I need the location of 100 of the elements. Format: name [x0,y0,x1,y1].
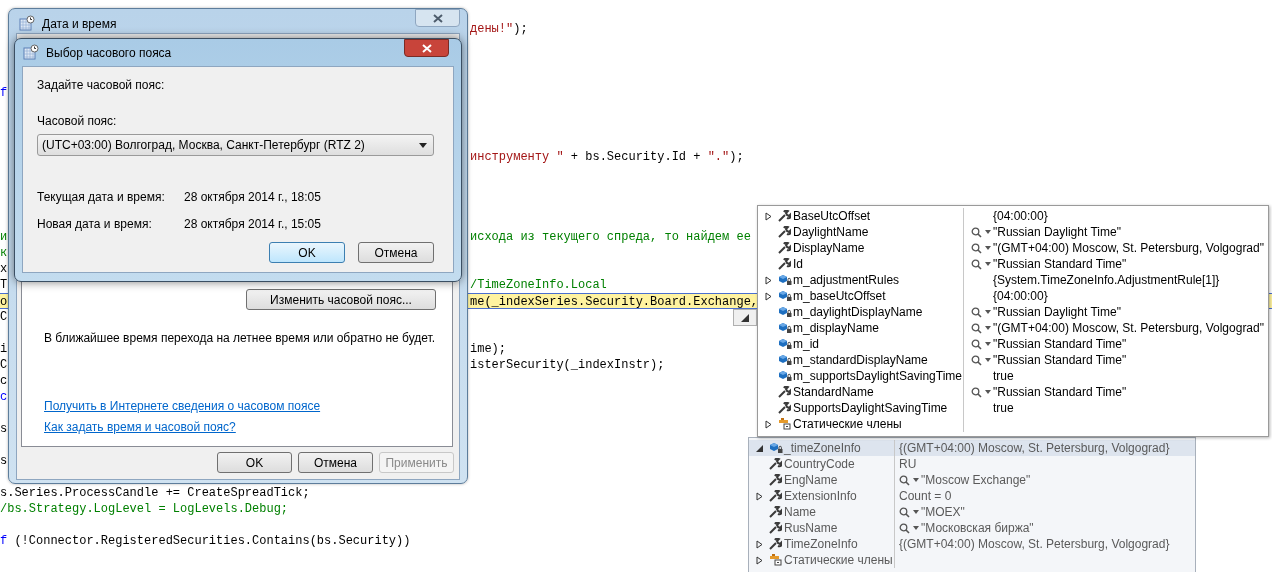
caret-icon[interactable] [985,342,991,346]
member-value: {04:00:00} [993,208,1048,225]
dialog-button[interactable]: Отмена [298,452,373,473]
wrench-icon [778,242,791,254]
code-text: s.Series.ProcessCandle += CreateSpreadTick; [0,486,310,500]
member-value: RU [899,456,917,473]
expand-arrow-icon[interactable] [755,555,763,565]
field-lock-icon [778,322,792,334]
member-value: "Московская биржа" [921,520,1034,537]
member-name: Name [784,504,816,521]
code-text: C [0,358,8,372]
caret-icon[interactable] [985,246,991,250]
field-lock-icon [778,290,792,302]
search-icon[interactable] [971,386,982,398]
code-text: /TimeZoneInfo.Local [470,278,607,292]
member-value: {(GMT+04:00) Moscow, St. Petersburg, Volgograd} [899,536,1170,553]
member-name: Статические члены [784,552,893,569]
member-name: _timeZoneInfo [784,440,861,457]
search-icon[interactable] [971,354,982,366]
wrench-icon [769,538,782,550]
caret-icon[interactable] [985,390,991,394]
dialog-button[interactable]: Отмена [358,242,434,263]
member-name: ExtensionInfo [784,488,857,505]
datatip-row[interactable]: m_baseUtcOffset {04:00:00} [758,288,1268,304]
search-icon[interactable] [971,226,982,238]
datatip-row[interactable]: m_id "Russian Standard Time" [758,336,1268,352]
caret-icon[interactable] [913,510,919,514]
member-value: {04:00:00} [993,288,1048,305]
expand-arrow-icon[interactable] [755,539,763,549]
datatip-row[interactable]: Id "Russian Standard Time" [758,256,1268,272]
member-name: BaseUtcOffset [793,208,871,225]
close-button[interactable] [415,9,460,27]
caret-icon [419,142,427,148]
prompt-text: Задайте часовой пояс: [37,77,166,94]
member-value: "Russian Daylight Time" [993,304,1121,321]
search-icon[interactable] [971,306,982,318]
member-value: "Russian Standard Time" [993,352,1127,369]
caret-icon[interactable] [985,262,991,266]
caret-icon[interactable] [985,230,991,234]
datatip-row[interactable]: m_supportsDaylightSavingTime true [758,368,1268,384]
datatip-row[interactable]: StandardName "Russian Standard Time" [758,384,1268,400]
code-text: o [0,295,8,309]
help-link[interactable]: Как задать время и часовой пояс? [44,418,236,436]
expand-arrow-icon[interactable] [764,275,772,285]
caret-icon[interactable] [985,326,991,330]
caret-icon[interactable] [913,526,919,530]
expand-arrow-icon[interactable] [764,291,772,301]
info-label: Новая дата и время: [37,216,153,233]
datatip-row[interactable]: m_standardDisplayName "Russian Standard Time" [758,352,1268,368]
code-text: f [0,86,8,100]
caret-icon[interactable] [913,478,919,482]
wrench-icon [778,386,791,398]
datatip-row[interactable]: _timeZoneInfo {(GMT+04:00) Moscow, St. Petersburg, Volgograd} [749,440,1195,456]
dialog-button[interactable]: OK [217,452,292,473]
search-icon[interactable] [899,522,910,534]
help-link[interactable]: Получить в Интернете сведения о часовом поясе [44,397,321,415]
datatip-row[interactable]: SupportsDaylightSavingTime true [758,400,1268,416]
datatip-row[interactable]: m_displayName "(GMT+04:00) Moscow, St. Petersburg, Volgograd" [758,320,1268,336]
datatip-row[interactable]: RusName "Московская биржа" [749,520,1195,536]
change-timezone-button[interactable]: Изменить часовой пояс... [246,289,436,310]
dialog-button[interactable]: OK [269,242,345,263]
datatip-row[interactable]: Name "MOEX" [749,504,1195,520]
search-icon[interactable] [971,242,982,254]
datatip-row[interactable]: Статические члены [758,416,1268,432]
datatip-row[interactable]: DisplayName "(GMT+04:00) Moscow, St. Petersburg, Volgograd" [758,240,1268,256]
expand-arrow-icon[interactable] [764,211,772,221]
field-label: Часовой пояс: [37,113,118,130]
dst-notice: В ближайшее время перехода на летнее время или обратно не будет. [44,330,436,347]
window-title: Выбор часового пояса [46,45,172,62]
code-text: к [0,246,8,260]
search-icon[interactable] [971,258,982,270]
collapse-arrow-icon[interactable] [755,444,763,452]
datatip-row[interactable]: TimeZoneInfo {(GMT+04:00) Moscow, St. Petersburg, Volgograd} [749,536,1195,552]
datatip-row[interactable]: BaseUtcOffset {04:00:00} [758,208,1268,224]
caret-icon[interactable] [985,358,991,362]
code-text: f (!Connector.RegisteredSecurities.Contains(bs.Security)) [0,534,411,548]
expand-arrow-icon[interactable] [764,419,772,429]
datatip-row[interactable]: Статические члены [749,552,1195,568]
search-icon[interactable] [971,338,982,350]
timezone-dropdown[interactable]: (UTC+03:00) Волгоград, Москва, Санкт-Петербург (RTZ 2) [37,134,434,156]
close-button[interactable] [404,39,449,57]
datatip-row[interactable]: EngName "Moscow Exchange" [749,472,1195,488]
member-value: "MOEX" [921,504,965,521]
datatip-row[interactable]: DaylightName "Russian Daylight Time" [758,224,1268,240]
datatip-row[interactable]: m_daylightDisplayName "Russian Daylight Time" [758,304,1268,320]
code-text: me(_indexSeries.Security.Board.Exchange, [470,295,759,309]
member-name: m_supportsDaylightSavingTime [793,368,962,385]
datatip-row[interactable]: CountryCode RU [749,456,1195,472]
datatip-row[interactable]: ExtensionInfo Count = 0 [749,488,1195,504]
member-name: m_standardDisplayName [793,352,928,369]
pin-button[interactable] [733,309,757,326]
search-icon[interactable] [971,322,982,334]
search-icon[interactable] [899,474,910,486]
member-name: m_id [793,336,819,353]
datatip-row[interactable]: m_adjustmentRules {System.TimeZoneInfo.AdjustmentRule[1]} [758,272,1268,288]
search-icon[interactable] [899,506,910,518]
expand-arrow-icon[interactable] [755,491,763,501]
triangle-icon [741,313,749,322]
code-text: s [0,422,8,436]
member-value: "Russian Standard Time" [993,336,1127,353]
